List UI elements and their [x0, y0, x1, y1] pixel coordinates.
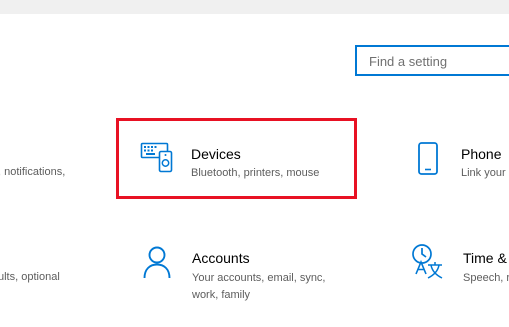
update-tile-subtitle: ults, optional	[0, 271, 60, 283]
time-language-icon	[412, 244, 443, 279]
tile-accounts-subtitle-line2: work, family	[192, 289, 251, 301]
tile-accounts-subtitle-line1: Your accounts, email, sync,	[192, 272, 326, 284]
person-icon	[143, 246, 171, 279]
search-placeholder: Find a setting	[369, 54, 448, 69]
title-bar-strip	[0, 0, 509, 14]
search-input[interactable]: Find a setting	[355, 45, 509, 76]
tile-accounts-title: Accounts	[192, 250, 250, 266]
tile-phone-title: Phone	[461, 146, 502, 162]
devices-highlight-box	[116, 118, 357, 199]
tile-time-title: Time &	[463, 250, 507, 266]
tile-phone-subtitle: Link your	[461, 167, 506, 179]
system-tile-subtitle: , notifications,	[0, 166, 66, 178]
tile-time-subtitle: Speech, re	[463, 272, 509, 284]
phone-icon	[418, 142, 438, 175]
